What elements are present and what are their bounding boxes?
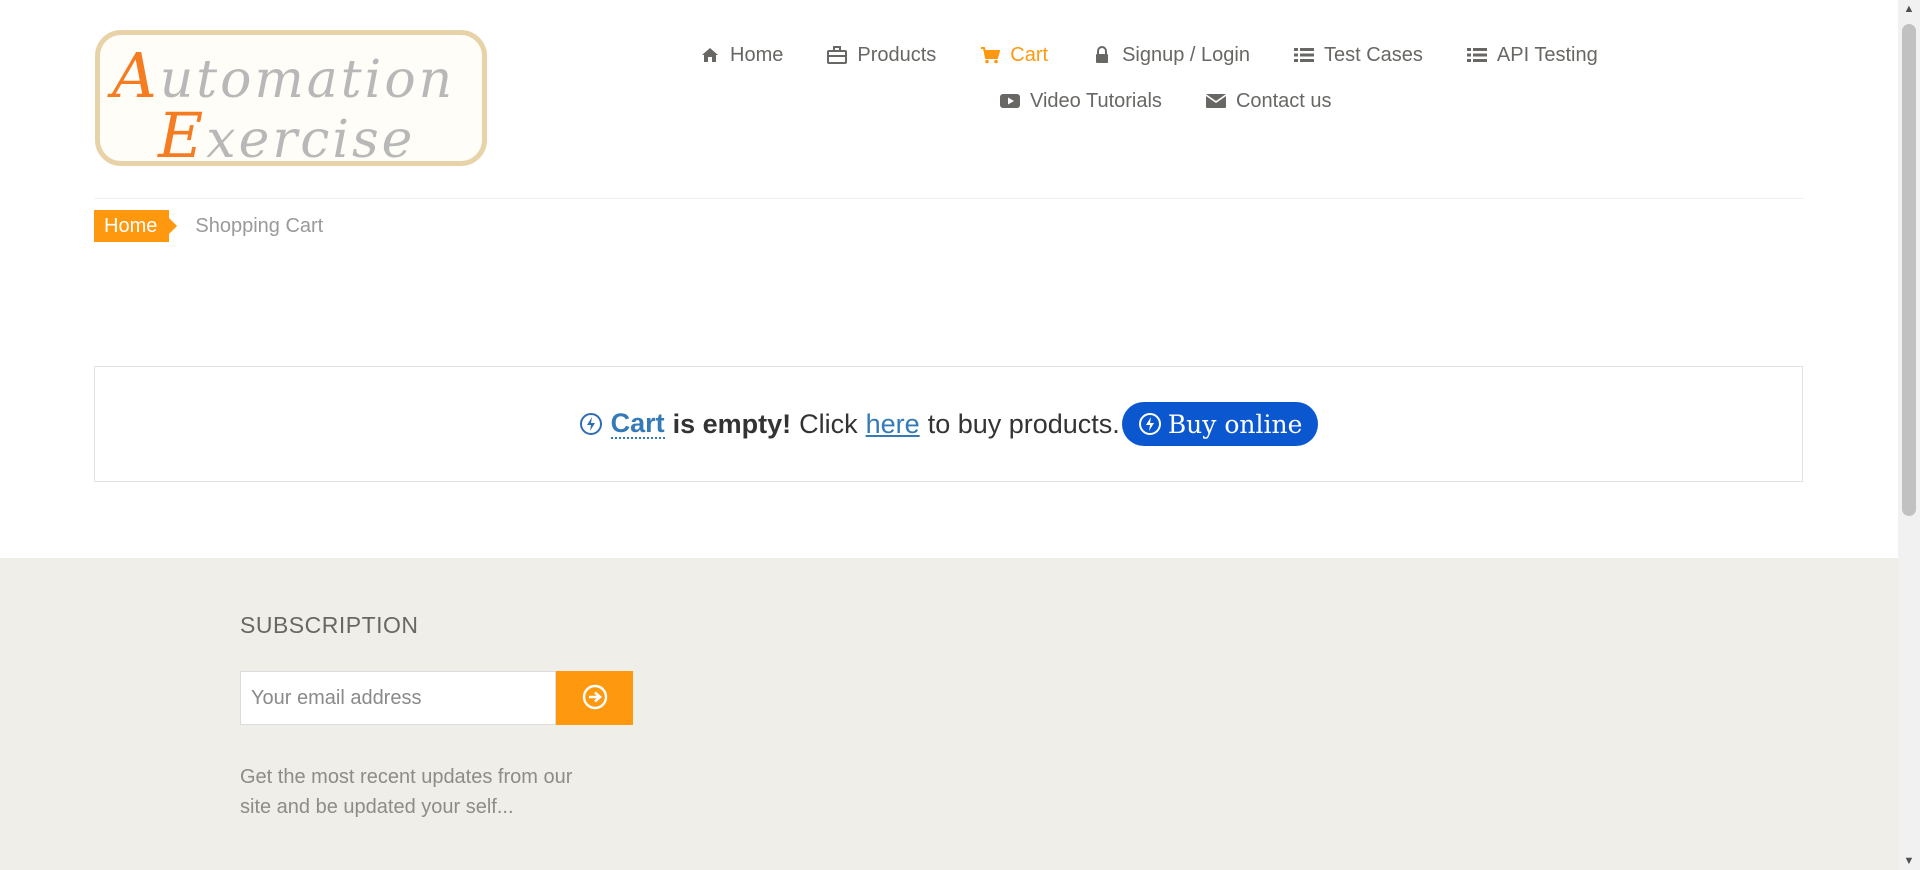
nav-cart-label: Cart [1010,43,1049,66]
nav-video-tutorials[interactable]: Video Tutorials [1000,88,1162,114]
main-nav: Home Products Cart Signup / Login Test C… [700,42,1700,114]
buy-online-button[interactable]: Buy online [1121,402,1319,446]
nav-contact-us[interactable]: Contact us [1205,88,1332,114]
youtube-play-icon [1000,91,1020,111]
nav-api-testing[interactable]: API Testing [1466,42,1598,68]
nav-signup-login-label: Signup / Login [1122,43,1250,66]
nav-cart[interactable]: Cart [980,42,1048,68]
nav-video-tutorials-label: Video Tutorials [1030,89,1162,112]
envelope-icon [1205,91,1226,111]
vertical-scrollbar[interactable]: ▲ ▼ [1898,0,1920,870]
home-icon [700,45,720,65]
subscription-description: Get the most recent updates from our sit… [240,766,573,818]
scrollbar-thumb[interactable] [1902,24,1916,516]
cart-link[interactable]: Cart [610,409,665,439]
here-link[interactable]: here [866,409,920,440]
subscribe-button[interactable] [556,671,633,725]
empty-cart-message: Cart is empty! Click here to buy product… [579,402,1319,446]
lightning-icon [1138,412,1162,436]
list-icon [1293,45,1314,65]
subscription-email-input[interactable] [240,671,556,725]
nav-contact-us-label: Contact us [1235,89,1332,112]
click-text: Click [799,408,858,439]
is-empty-text: is empty! [672,408,792,439]
logo-line-2: Exercise [158,99,416,172]
breadcrumb: Home Shopping Cart [94,210,323,242]
nav-test-cases[interactable]: Test Cases [1293,42,1423,68]
header-divider [94,198,1804,199]
to-buy-text: to buy products. [927,408,1120,439]
site-logo[interactable]: Automation Exercise [95,30,487,172]
nav-api-testing-label: API Testing [1496,43,1598,66]
subscription-form [240,671,633,725]
scroll-down-arrow-icon[interactable]: ▼ [1898,852,1920,870]
nav-test-cases-label: Test Cases [1323,43,1423,66]
buy-online-label: Buy online [1167,409,1303,439]
arrow-circle-right-icon [582,684,608,713]
breadcrumb-current: Shopping Cart [195,214,324,237]
lock-icon [1092,45,1112,65]
scroll-up-arrow-icon[interactable]: ▲ [1898,0,1920,18]
lightning-icon [579,412,603,436]
briefcase-icon [827,45,848,65]
shopping-cart-icon [980,45,1001,65]
subscription-title: SUBSCRIPTION [240,612,419,638]
empty-cart-box: Cart is empty! Click here to buy product… [94,366,1803,482]
nav-products[interactable]: Products [827,42,936,68]
nav-signup-login[interactable]: Signup / Login [1092,42,1250,68]
list-icon [1466,45,1487,65]
nav-home-label: Home [730,43,784,66]
site-header: Automation Exercise Home Products Cart S… [0,0,1898,198]
breadcrumb-home[interactable]: Home [94,210,178,242]
nav-products-label: Products [857,43,937,66]
nav-home[interactable]: Home [700,42,783,68]
